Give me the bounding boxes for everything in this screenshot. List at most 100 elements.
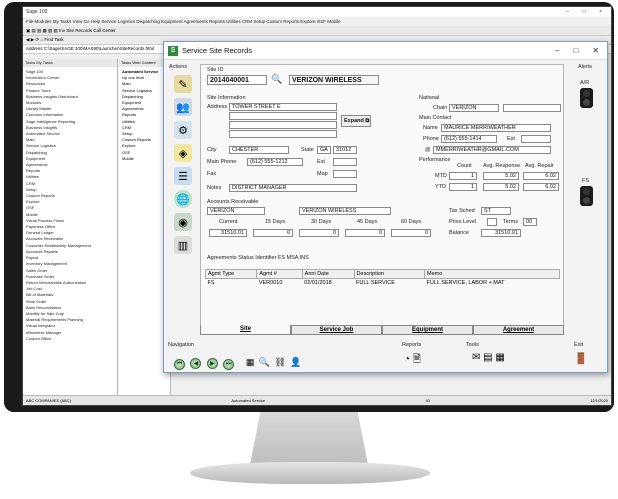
table-cell: 02/01/2018: [304, 280, 332, 286]
address-line1-field[interactable]: TOWER STREET E: [229, 103, 337, 111]
address-line3-field[interactable]: [229, 121, 337, 129]
app-title: Sage 100: [26, 9, 48, 15]
alerts-ar-label: A/R: [580, 80, 590, 86]
email-at-label: @: [425, 147, 431, 153]
table-cell: VER0010: [258, 280, 283, 286]
contact-phone-field[interactable]: (612) 555-1414: [441, 135, 497, 143]
site-id-field[interactable]: 2014040001: [207, 75, 267, 85]
chain-name-field[interactable]: [503, 104, 561, 112]
table-row[interactable]: FS VER0010 02/01/2018 FULL SERVICE FULL SERV…: [206, 279, 560, 288]
exit-door-icon[interactable]: 🚪: [574, 352, 588, 365]
task-tree[interactable]: Sage 100 Information Center Resources Featu…: [23, 67, 117, 344]
city-field[interactable]: CHESTER: [229, 146, 289, 154]
tree-tabs[interactable]: Tasks My Tasks: [23, 59, 117, 67]
alerts-panel: Alerts A/R FS: [568, 64, 606, 328]
search-icon[interactable]: 🔍: [259, 357, 270, 367]
zip-field[interactable]: 31012: [333, 146, 357, 154]
next-record-icon[interactable]: ▶: [206, 358, 218, 369]
toolbar-task-text[interactable]: Inv Site Records Call Center: [59, 28, 116, 33]
maximize-icon[interactable]: □: [573, 46, 578, 55]
tab-agreement[interactable]: Agreement: [473, 325, 564, 335]
national-heading: National: [419, 95, 440, 101]
link-icon[interactable]: ⛓: [274, 357, 285, 367]
address-line4-field[interactable]: [229, 130, 337, 138]
phone-ext-field[interactable]: [333, 158, 357, 166]
toolbar-icons[interactable]: ▣ ▤ ▥ ▦ ▧ ▨: [26, 28, 59, 33]
last-record-icon[interactable]: ⏭: [223, 359, 235, 370]
agreements-column-header[interactable]: Memo: [424, 269, 560, 279]
tab-site[interactable]: Site: [200, 325, 291, 335]
contact-name-field[interactable]: MAURICE MERRIWEATHER: [441, 124, 551, 132]
barcode-scanner-icon[interactable]: ▥: [174, 236, 192, 254]
notes-field[interactable]: DISTRICT MANAGER: [229, 184, 357, 192]
site-main-panel: Site ID 2014040001 🔍 VERIZON WIRELESS Si…: [200, 64, 564, 328]
accounts-receivable-heading: Accounts Receivable: [207, 199, 259, 205]
calendar-icon[interactable]: ▤: [483, 352, 492, 363]
ar-30days-value: 0: [299, 229, 339, 237]
user-icon[interactable]: 👤: [290, 357, 301, 367]
agreements-column-header[interactable]: Description: [353, 269, 426, 279]
state-field[interactable]: GA: [317, 146, 331, 154]
site-information-heading: Site Information: [207, 95, 246, 101]
ar-customer-name-field[interactable]: VERIZON WIRELESS: [299, 207, 391, 215]
nav-arrows-icon[interactable]: ◀ ▶ ⟳ ⌂: [26, 37, 44, 42]
table-cell: FULL SERVICE, LABOR + MAT: [426, 280, 505, 286]
camera-icon[interactable]: ◉: [174, 213, 192, 231]
app-menu-bar[interactable]: File Modules My Tasks View Go Help Servi…: [23, 17, 611, 26]
screen: Sage 100 – □ × File Modules My Tasks Vie…: [22, 6, 612, 406]
pie-chart-report-icon[interactable]: ◔: [404, 354, 410, 365]
app-window-controls[interactable]: – □ ×: [567, 9, 609, 15]
ar-traffic-light-icon[interactable]: [580, 88, 593, 108]
record-tabs[interactable]: Site Service Job Equipment Agreement: [200, 325, 564, 335]
ar-customer-no-field[interactable]: VERIZON: [207, 207, 265, 215]
close-icon[interactable]: ✕: [592, 46, 599, 55]
address-label: Address: [207, 104, 228, 110]
site-name-field[interactable]: VERIZON WIRELESS: [289, 75, 379, 85]
tree-item[interactable]: Custom Office: [26, 336, 114, 342]
tab-equipment[interactable]: Equipment: [382, 325, 473, 335]
minimize-icon[interactable]: –: [555, 46, 559, 55]
document-report-icon[interactable]: 🗎: [413, 354, 421, 365]
envelope-icon[interactable]: ✉: [472, 352, 480, 363]
ytd-avg-repair: 6.02: [523, 183, 559, 191]
edit-pencil-icon[interactable]: ✎: [174, 75, 192, 93]
price-level-field[interactable]: [487, 218, 497, 226]
gears-icon[interactable]: ⚙: [174, 121, 192, 139]
agreements-table[interactable]: Agmt Type Agmt # Anni Date Description Memo …: [204, 269, 560, 288]
fs-traffic-light-icon[interactable]: [580, 186, 593, 206]
terms-label: Terms: [503, 219, 518, 225]
chain-field[interactable]: VERIZON: [449, 104, 499, 112]
balance-field: 31510.01: [481, 229, 521, 237]
agreements-column-header[interactable]: Agmt Type: [204, 269, 258, 279]
ytd-avg-response: 5.02: [483, 183, 519, 191]
contact-ext-field[interactable]: [521, 135, 551, 143]
site-lookup-search-icon[interactable]: 🔍: [271, 74, 282, 85]
map-field[interactable]: [333, 170, 357, 178]
contact-email-field[interactable]: MMERRIWEATHR@GMAIL.COM: [433, 146, 551, 154]
main-phone-field[interactable]: (612) 555-1212: [247, 158, 303, 166]
app-toolbar[interactable]: ▣ ▤ ▥ ▦ ▧ ▨ Inv Site Records Call Center: [23, 26, 611, 36]
globe-icon[interactable]: 🌐: [174, 190, 192, 208]
mtd-label: MTD: [435, 173, 447, 179]
notes-label: Notes: [207, 185, 222, 191]
status-company: ABC COMPANIES (ABC): [26, 398, 72, 403]
address-line2-field[interactable]: [229, 112, 337, 120]
tag-icon[interactable]: ◈: [174, 144, 192, 162]
first-record-icon[interactable]: ⏮: [174, 359, 185, 370]
agreements-column-header[interactable]: Anni Date: [301, 269, 355, 279]
list-icon[interactable]: ▦: [246, 357, 255, 367]
contacts-icon[interactable]: 👥: [174, 98, 192, 116]
list-window-icon[interactable]: ☰: [174, 167, 192, 185]
expand-button[interactable]: Expand ⧉: [341, 115, 371, 127]
contact-phone-label: Phone: [423, 136, 439, 142]
task-list-item[interactable]: Mobile: [122, 156, 167, 162]
terms-field[interactable]: 00: [523, 218, 537, 226]
alerts-fs-label: FS: [582, 178, 590, 184]
status-bar: ABC COMPANIES (ABC) Automated Service 40…: [23, 395, 611, 405]
agreements-column-header[interactable]: Agmt #: [256, 269, 303, 279]
find-task-label[interactable]: Find Task: [44, 37, 63, 42]
previous-record-icon[interactable]: ◀: [190, 358, 202, 369]
tax-sched-field[interactable]: ST: [481, 207, 511, 215]
spreadsheet-icon[interactable]: ▦: [495, 352, 504, 363]
tab-service-job[interactable]: Service Job: [291, 325, 382, 335]
